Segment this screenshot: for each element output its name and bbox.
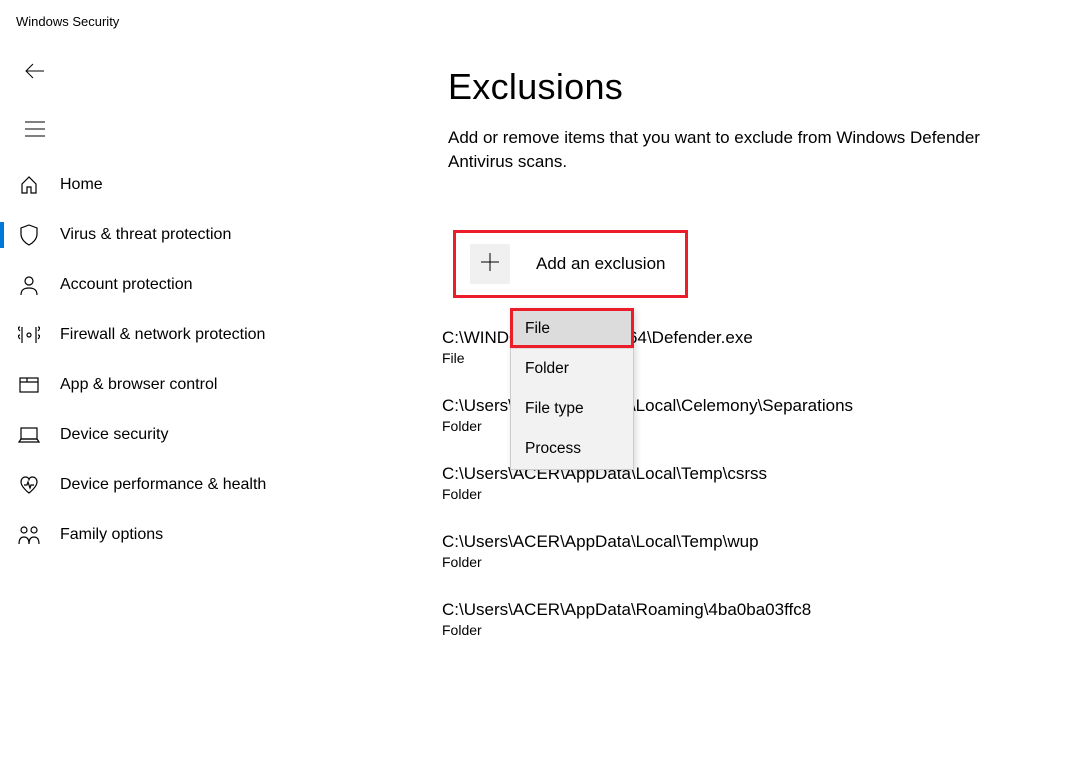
sidebar-item-home[interactable]: Home	[0, 160, 340, 210]
home-icon	[18, 174, 40, 196]
dropdown-item-label: File type	[525, 400, 584, 418]
exclusion-path: C:\Users\ACER\AppData\Local\Temp\wup	[442, 532, 1048, 552]
dropdown-item-file-type[interactable]: File type	[511, 389, 633, 429]
add-exclusion-button[interactable]: Add an exclusion	[453, 230, 688, 298]
dropdown-item-label: Process	[525, 440, 581, 458]
shield-icon	[18, 224, 40, 246]
laptop-icon	[18, 424, 40, 446]
sidebar-item-family[interactable]: Family options	[0, 510, 340, 560]
sidebar-item-label: Device security	[40, 426, 168, 444]
person-icon	[18, 274, 40, 296]
exclusion-type-dropdown: File Folder File type Process	[510, 308, 634, 470]
plus-icon	[479, 251, 501, 278]
dropdown-item-folder[interactable]: Folder	[511, 349, 633, 389]
back-arrow-icon	[24, 60, 46, 87]
sidebar-item-label: Family options	[40, 526, 163, 544]
sidebar-item-label: App & browser control	[40, 376, 217, 394]
sidebar-item-app-browser[interactable]: App & browser control	[0, 360, 340, 410]
menu-button[interactable]	[15, 111, 55, 151]
page-title: Exclusions	[448, 66, 1048, 108]
dropdown-item-file[interactable]: File	[511, 309, 633, 349]
sidebar-item-label: Account protection	[40, 276, 193, 294]
sidebar-item-label: Home	[40, 176, 103, 194]
sidebar-item-device-performance[interactable]: Device performance & health	[0, 460, 340, 510]
exclusion-type: Folder	[442, 554, 1048, 570]
sidebar-item-label: Device performance & health	[40, 476, 266, 494]
plus-icon-box[interactable]	[470, 244, 510, 284]
dropdown-item-label: File	[525, 320, 550, 338]
exclusion-item[interactable]: C:\Users\ACER\AppData\Local\Temp\wup Fol…	[442, 532, 1048, 570]
sidebar-item-label: Firewall & network protection	[40, 326, 265, 344]
app-browser-icon	[18, 374, 40, 396]
sidebar-item-device-security[interactable]: Device security	[0, 410, 340, 460]
exclusion-type: Folder	[442, 622, 1048, 638]
heart-icon	[18, 474, 40, 496]
exclusion-item[interactable]: C:\Users\ACER\AppData\Roaming\4ba0ba03ff…	[442, 600, 1048, 638]
add-exclusion-label: Add an exclusion	[510, 254, 665, 274]
page-description: Add or remove items that you want to exc…	[448, 126, 1048, 174]
hamburger-icon	[25, 121, 45, 142]
sidebar: Home Virus & threat protection Account p…	[0, 160, 340, 560]
sidebar-item-label: Virus & threat protection	[40, 226, 231, 244]
app-title: Windows Security	[0, 0, 1069, 29]
exclusion-path: C:\Users\ACER\AppData\Roaming\4ba0ba03ff…	[442, 600, 1048, 620]
back-button[interactable]	[15, 53, 55, 93]
sidebar-item-firewall[interactable]: Firewall & network protection	[0, 310, 340, 360]
family-icon	[18, 524, 40, 546]
exclusion-type: Folder	[442, 486, 1048, 502]
dropdown-item-label: Folder	[525, 360, 569, 378]
sidebar-item-virus[interactable]: Virus & threat protection	[0, 210, 340, 260]
sidebar-item-account[interactable]: Account protection	[0, 260, 340, 310]
firewall-icon	[18, 324, 40, 346]
dropdown-item-process[interactable]: Process	[511, 429, 633, 469]
